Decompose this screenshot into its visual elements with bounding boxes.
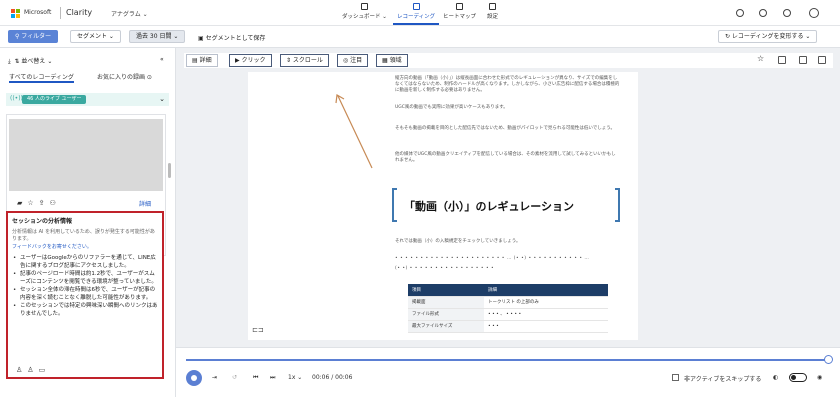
doc-paragraph: それでは動画（小）の入稿規定をチェックしていきましょう。: [395, 239, 521, 244]
area-icon: ▦: [382, 57, 390, 64]
recording-icon: [412, 3, 420, 10]
device-icon: ▰: [17, 199, 28, 207]
expand-icon[interactable]: [818, 56, 826, 64]
live-users-badge: 46 人のライブ ユーザー: [22, 95, 87, 104]
segment-dropdown[interactable]: セグメント ⌄: [70, 30, 121, 43]
skip-inactive-label: 非アクティブをスキップする: [684, 376, 762, 383]
replay-icon[interactable]: ↺: [232, 374, 237, 381]
scroll-toggle[interactable]: ⇕ スクロール: [280, 54, 329, 67]
notification-icon[interactable]: [783, 9, 791, 17]
integration-icon[interactable]: [736, 9, 744, 17]
list-item: ユーザーはGoogleからのリファラーを通じて、LINE広告に関するブログ記事に…: [12, 255, 158, 270]
product-name: Clarity: [66, 8, 93, 17]
detail-button[interactable]: ▤ 詳細: [186, 54, 218, 67]
share-icon[interactable]: ⇪: [39, 199, 50, 207]
skip-event-icon[interactable]: ⇥: [212, 374, 217, 381]
doc-heading: 「動画（小）」のレギュレーション: [392, 188, 620, 222]
gear-icon: [489, 3, 496, 10]
replay-toolbar: ▤ 詳細 ▶ クリック ⇕ スクロール ◎ 注目 ▦ 領域 ☆: [184, 53, 833, 68]
nav-recordings[interactable]: レコーディング: [392, 3, 440, 25]
filter-button[interactable]: ⚲ フィルター: [8, 30, 59, 43]
user-icon[interactable]: ⚇: [50, 199, 61, 207]
divider: [60, 7, 61, 19]
click-toggle[interactable]: ▶ クリック: [229, 54, 272, 67]
skip-inactive-checkbox[interactable]: [672, 374, 679, 381]
time-display: 00:06 / 00:06: [312, 374, 353, 381]
area-toggle[interactable]: ▦ 領域: [376, 54, 408, 67]
save-segment-button[interactable]: ▣ セグメントとして保存: [198, 33, 265, 42]
detail-icon: ▤: [192, 57, 200, 64]
ai-disclaimer: 分析情報は AI を利用しているため、誤りが発生する可能性があります。: [12, 229, 155, 242]
star-icon[interactable]: ☆: [27, 199, 38, 207]
speed-dropdown[interactable]: 1x ⌄: [288, 374, 302, 381]
save-icon: ▣: [198, 35, 206, 42]
table-row: ファイル形式 • • • 、 • • • •: [408, 308, 608, 321]
tab-all-recordings[interactable]: すべてのレコーディング: [9, 72, 74, 83]
doc-paragraph: • • • • • • • • • • • • • • • • • • • • …: [395, 256, 590, 261]
card-actions: ▰☆⇪⚇: [17, 199, 61, 207]
bracket-left: [392, 188, 397, 222]
nav-dashboard[interactable]: ダッシュボード ⌄: [342, 3, 387, 20]
regulation-table: 項目 詳細 掲載面 トークリスト の上部のみ ファイル形式 • • • 、 • …: [408, 284, 608, 333]
settings-icon[interactable]: ◉: [817, 374, 822, 381]
help-icon[interactable]: [759, 9, 767, 17]
collapse-panel-button[interactable]: «: [160, 56, 164, 63]
brand-name: Microsoft: [24, 9, 52, 16]
thumbs-down-icon[interactable]: ♙: [27, 366, 38, 374]
avatar[interactable]: [809, 8, 819, 18]
attention-toggle[interactable]: ◎ 注目: [337, 54, 369, 67]
list-item: セッション全体の滞在時間は6秒で、ユーザーが記事の内容を深く読むことなく離脱した…: [12, 287, 158, 302]
frame-icon[interactable]: ⊏⊐: [252, 326, 264, 334]
recording-thumbnail[interactable]: [9, 119, 163, 191]
tab-favorite-recordings[interactable]: お気に入りの録画 ⊙: [97, 72, 152, 81]
session-insights-panel: セッションの分析情報 分析情報は AI を利用しているため、誤りが発生する可能性…: [6, 211, 164, 379]
playback-bar: ⇥ ↺ ⏮ ⏭ 1x ⌄ 00:06 / 00:06 非アクティブをスキップする…: [176, 347, 840, 397]
next-icon[interactable]: ⏭: [270, 374, 275, 382]
progress-handle[interactable]: [824, 355, 833, 364]
top-header: Microsoft Clarity アナグラム ⌄ ダッシュボード ⌄ レコーデ…: [0, 0, 840, 26]
nav-settings[interactable]: 設定: [487, 3, 498, 20]
table-row: 最大ファイルサイズ • • •: [408, 320, 608, 333]
mouse-trail-arrow: [335, 94, 373, 169]
doc-paragraph: そもそも動画の掲載を目的とした配信先ではないため、動画がパイロットで見られる可能…: [395, 126, 616, 131]
chevron-down-icon[interactable]: ⌄: [159, 95, 165, 103]
copy-icon[interactable]: ▭: [39, 366, 51, 374]
sort-dropdown[interactable]: ⤓ ⇅ 並べ替え ⌄: [8, 56, 52, 66]
previous-icon[interactable]: ⏮: [253, 374, 258, 382]
dashboard-icon: [360, 3, 368, 10]
recording-options-button[interactable]: ↻ レコーディングを変形する ⌄: [718, 30, 818, 43]
feedback-link[interactable]: フィードバックをお寄せください。: [12, 243, 158, 250]
comment-icon[interactable]: [799, 56, 807, 64]
doc-paragraph: 縦方向の動画（「動画（小）」）は縦長画面に合わせた形式でのレギュレーションが異な…: [395, 76, 620, 93]
list-item: このセッションでは特定の興味深い瞬間へのリンクはありませんでした。: [12, 303, 158, 318]
card-detail-link[interactable]: 詳細: [139, 199, 151, 208]
filter-bar: ⚲ フィルター セグメント ⌄ 過去 30 日間 ⌄ ▣ セグメントとして保存 …: [0, 26, 840, 48]
heatmap-icon: [456, 3, 463, 10]
live-icon: ((•)): [10, 95, 23, 102]
table-row: 掲載面 トークリスト の上部のみ: [408, 296, 608, 309]
thumbs-up-icon[interactable]: ♙: [16, 366, 27, 374]
doc-paragraph: UGC風の動画でも実際に効果が高いケースもあります。: [395, 105, 508, 110]
link-icon[interactable]: [778, 56, 786, 64]
progress-track[interactable]: [186, 359, 827, 361]
list-item: 記事のページロード時間は約1.2秒で、ユーザーがスムーズにコンテンツを閲覧できる…: [12, 271, 158, 286]
insights-list: ユーザーはGoogleからのリファラーを通じて、LINE広告に関するブログ記事に…: [12, 255, 158, 318]
doc-paragraph: 他の媒体でUGC風の動画クリエイティブを配信している場合は、その素材を流用して試…: [395, 152, 616, 163]
nav-heatmaps[interactable]: ヒートマップ: [443, 3, 476, 20]
star-icon[interactable]: ☆: [757, 54, 765, 63]
toggle-switch[interactable]: [789, 373, 807, 382]
replay-viewport: 縦方向の動画（「動画（小）」）は縦長画面に合わせた形式でのレギュレーションが異な…: [248, 72, 638, 340]
feedback-actions: ♙♙▭: [16, 366, 50, 374]
microsoft-logo-icon: [11, 9, 20, 18]
audio-icon[interactable]: ◐: [773, 374, 778, 381]
insights-title: セッションの分析情報: [12, 218, 73, 225]
scrollbar[interactable]: [168, 163, 171, 178]
bracket-right: [615, 188, 620, 222]
project-selector[interactable]: アナグラム ⌄: [111, 9, 148, 18]
table-header-row: 項目 詳細: [408, 284, 608, 297]
play-button[interactable]: [186, 370, 202, 386]
doc-paragraph: (• •) • • • • • • • • • • • • • • • • •: [395, 266, 495, 271]
date-range-dropdown[interactable]: 過去 30 日間 ⌄: [129, 30, 186, 43]
live-users-bar[interactable]: ((•)) 46 人のライブ ユーザー ⌄: [6, 93, 169, 106]
